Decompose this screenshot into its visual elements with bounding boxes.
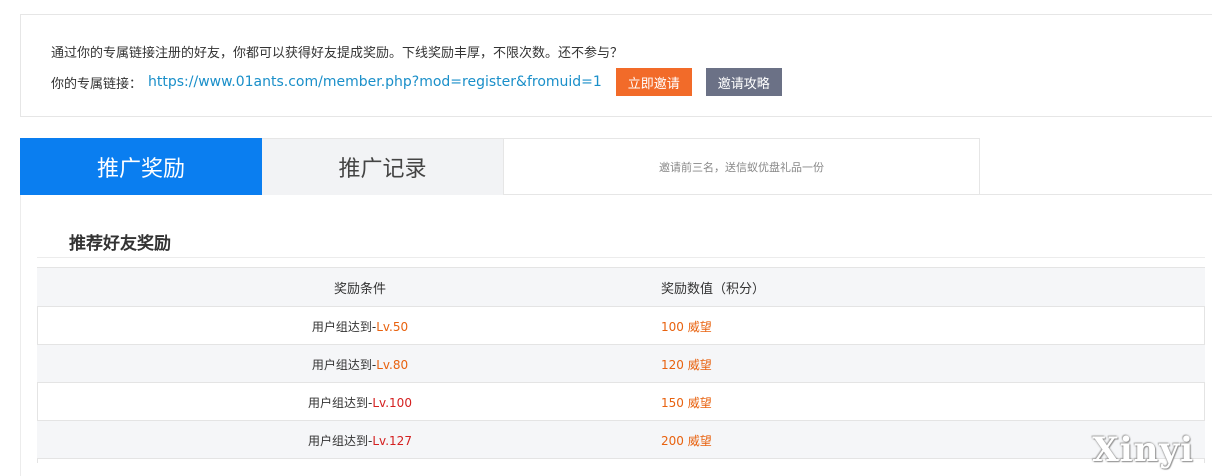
- reward-value: 120 威望: [661, 358, 712, 372]
- reward-value: 200 威望: [661, 434, 712, 448]
- value-cell: 100 威望: [637, 306, 1205, 345]
- section-divider: [37, 257, 1205, 258]
- invite-panel: 通过你的专属链接注册的好友，你都可以获得好友提成奖励。下线奖励丰厚，不限次数。还…: [20, 14, 1212, 117]
- invite-link-label: 你的专属链接：: [51, 76, 143, 92]
- xinyi-watermark: Xinyi: [1092, 430, 1194, 470]
- condition-level: Lv.50: [376, 320, 409, 334]
- table-row: 用户组达到-Lv.80 120 威望: [37, 344, 1205, 383]
- table-row: 用户组达到-Lv.50 100 威望: [37, 306, 1205, 345]
- condition-prefix: 用户组达到-: [311, 358, 377, 372]
- invite-link-row: 你的专属链接： https://www.01ants.com/member.ph…: [51, 68, 782, 96]
- tab-promotion-record[interactable]: 推广记录: [262, 138, 503, 195]
- invite-now-button[interactable]: 立即邀请: [615, 68, 692, 96]
- value-cell: 120 威望: [637, 344, 1205, 383]
- condition-prefix: 用户组达到-: [308, 396, 373, 410]
- reward-panel: 推荐好友奖励 奖励条件 奖励数值（积分） 用户组达到-Lv.50 100 威望 …: [20, 195, 1212, 476]
- condition-level: Lv.127: [372, 434, 412, 448]
- condition-level: Lv.80: [376, 358, 409, 372]
- tab-note-box: 邀请前三名，送信蚁优盘礼品一份: [503, 138, 980, 195]
- reward-value: 150 威望: [661, 396, 712, 410]
- value-cell: 150 威望: [637, 382, 1205, 421]
- tab-bar: 推广奖励 推广记录 邀请前三名，送信蚁优盘礼品一份: [20, 138, 1212, 195]
- page: 通过你的专属链接注册的好友，你都可以获得好友提成奖励。下线奖励丰厚，不限次数。还…: [0, 0, 1212, 476]
- condition-cell: 用户组达到-Lv.50: [37, 306, 637, 345]
- header-value: 奖励数值（积分）: [637, 267, 1205, 307]
- top-three-note: 邀请前三名，送信蚁优盘礼品一份: [659, 161, 824, 174]
- table-header-row: 奖励条件 奖励数值（积分）: [37, 267, 1205, 307]
- reward-value: 100 威望: [661, 320, 712, 334]
- condition-cell: 用户组达到-Lv.100: [37, 382, 637, 421]
- condition-cell: 用户组达到-Lv.127: [37, 420, 637, 459]
- reward-table: 奖励条件 奖励数值（积分） 用户组达到-Lv.50 100 威望 用户组达到-L…: [37, 267, 1205, 459]
- table-row: 用户组达到-Lv.100 150 威望: [37, 382, 1205, 421]
- tab-promotion-reward[interactable]: 推广奖励: [20, 138, 262, 195]
- condition-prefix: 用户组达到-: [311, 320, 377, 334]
- invite-guide-button[interactable]: 邀请攻略: [705, 68, 782, 96]
- invite-description: 通过你的专属链接注册的好友，你都可以获得好友提成奖励。下线奖励丰厚，不限次数。还…: [51, 46, 624, 61]
- table-row: 用户组达到-Lv.127 200 威望: [37, 420, 1205, 459]
- condition-level: Lv.100: [372, 396, 412, 410]
- invite-link-url[interactable]: https://www.01ants.com/member.php?mod=re…: [148, 74, 602, 90]
- condition-prefix: 用户组达到-: [308, 434, 373, 448]
- section-title: 推荐好友奖励: [69, 234, 171, 254]
- condition-cell: 用户组达到-Lv.80: [37, 344, 637, 383]
- header-condition: 奖励条件: [37, 267, 637, 307]
